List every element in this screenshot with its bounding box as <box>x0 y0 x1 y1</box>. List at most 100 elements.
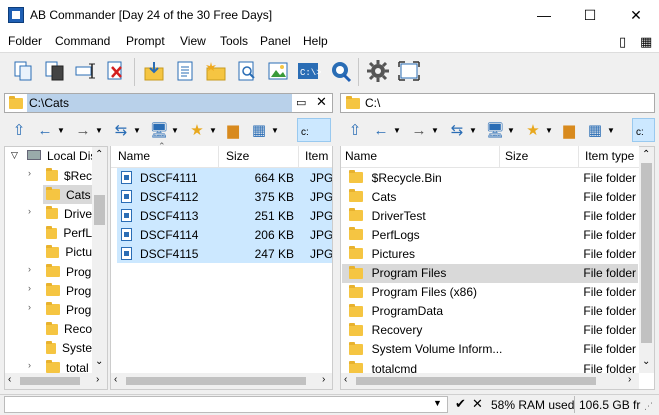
scroll-left-icon[interactable]: ‹ <box>114 374 117 385</box>
chevron-down-icon[interactable]: ▼ <box>606 118 616 142</box>
tree-item[interactable]: Pictu <box>43 243 92 262</box>
menu-panel[interactable]: Panel <box>260 34 291 48</box>
tree-item[interactable]: Cats <box>43 185 92 205</box>
tree-item[interactable]: Drive <box>43 204 92 223</box>
col-name[interactable]: Name <box>118 149 150 163</box>
swap-panels-icon[interactable]: ⇆ <box>110 118 132 142</box>
close-panel-icon[interactable]: ✕ <box>316 94 327 110</box>
expand-chevron-icon[interactable]: › <box>28 283 31 293</box>
single-panel-icon[interactable]: ▯ <box>619 34 626 50</box>
chevron-down-icon[interactable]: ▼ <box>94 118 104 142</box>
col-type[interactable]: Item <box>305 149 328 163</box>
view-mode-icon[interactable]: ▦ <box>584 118 606 142</box>
up-folder-icon[interactable]: ⇧ <box>344 118 366 142</box>
expand-chevron-icon[interactable]: › <box>28 206 31 216</box>
scroll-right-icon[interactable]: › <box>96 374 99 385</box>
col-size[interactable]: Size <box>226 149 249 163</box>
folder-row[interactable]: System Volume Inform... File folder <box>342 340 638 359</box>
fullscreen-icon[interactable] <box>394 56 424 86</box>
expand-chevron-icon[interactable]: › <box>28 264 31 274</box>
dual-panel-icon[interactable]: ▦ <box>640 34 652 50</box>
delete-icon[interactable] <box>101 56 131 86</box>
left-path-text[interactable]: C:\Cats <box>29 96 69 110</box>
left-hscroll-thumb[interactable] <box>126 377 306 385</box>
view-mode-icon[interactable]: ▦ <box>248 118 270 142</box>
chevron-down-icon[interactable]: ▼ <box>468 118 478 142</box>
menu-command[interactable]: Command <box>55 34 110 48</box>
col-divider[interactable] <box>218 146 219 168</box>
folder-row[interactable]: PerfLogs File folder <box>342 225 638 244</box>
scroll-right-icon[interactable]: › <box>322 374 325 385</box>
back-arrow-icon[interactable]: ← <box>370 118 392 142</box>
image-viewer-icon[interactable] <box>263 56 293 86</box>
history-folder-icon[interactable]: ▆ <box>558 118 580 142</box>
folder-row[interactable]: $Recycle.Bin File folder <box>342 168 638 187</box>
tree-item[interactable]: $Rec <box>43 166 92 185</box>
tree-item[interactable]: PerfL <box>43 224 92 243</box>
back-arrow-icon[interactable]: ← <box>34 118 56 142</box>
find-icon[interactable] <box>232 56 262 86</box>
up-folder-icon[interactable]: ⇧ <box>8 118 30 142</box>
col-divider[interactable] <box>298 146 299 168</box>
expand-chevron-icon[interactable]: › <box>28 302 31 312</box>
tree-item[interactable]: Prog <box>43 281 92 300</box>
folder-row[interactable]: Program Files File folder <box>342 263 638 283</box>
tree-scroll-thumb[interactable] <box>94 195 105 225</box>
chevron-down-icon[interactable]: ▼ <box>132 118 142 142</box>
forward-arrow-icon[interactable]: → <box>72 118 94 142</box>
chevron-down-icon[interactable]: ▼ <box>506 118 516 142</box>
drive-button[interactable]: c: <box>297 118 331 142</box>
move-icon[interactable] <box>39 56 69 86</box>
compress-icon[interactable] <box>139 56 169 86</box>
chevron-down-icon[interactable]: ▼ <box>208 118 218 142</box>
favorites-star-icon[interactable]: ★ <box>186 118 208 142</box>
resize-grip-icon[interactable]: ⋰ <box>644 401 653 412</box>
scroll-left-icon[interactable]: ‹ <box>344 374 347 385</box>
chevron-down-icon[interactable]: ▼ <box>56 118 66 142</box>
menu-view[interactable]: View <box>180 34 206 48</box>
settings-icon[interactable] <box>363 56 393 86</box>
favorites-star-icon[interactable]: ★ <box>522 118 544 142</box>
new-folder-icon[interactable] <box>201 56 231 86</box>
col-size[interactable]: Size <box>505 149 528 163</box>
expand-chevron-icon[interactable]: › <box>28 360 31 370</box>
folder-row[interactable]: DriverTest File folder <box>342 206 638 225</box>
computer-icon[interactable]: 🖥 <box>148 118 170 142</box>
chevron-down-icon[interactable]: ▼ <box>544 118 554 142</box>
tree-scrollbar[interactable] <box>92 147 107 373</box>
restore-icon[interactable]: ▭ <box>296 96 306 109</box>
right-hscroll-thumb[interactable] <box>356 377 596 385</box>
right-path-bar[interactable] <box>340 93 655 113</box>
history-folder-icon[interactable]: ▆ <box>222 118 244 142</box>
close-button[interactable]: ✕ <box>613 0 659 30</box>
file-row[interactable]: DSCF4115 247 KB JPG F <box>117 244 332 263</box>
tree-root-label[interactable]: Local Dis <box>47 149 96 163</box>
scroll-up-icon[interactable]: ⌃ <box>95 149 103 160</box>
file-row[interactable]: DSCF4112 375 KB JPG F <box>117 187 332 206</box>
menu-folder[interactable]: Folder <box>8 34 42 48</box>
command-line-input[interactable] <box>4 396 448 413</box>
tree-item[interactable]: Prog <box>43 262 92 281</box>
file-row[interactable]: DSCF4114 206 KB JPG F <box>117 225 332 244</box>
copy-icon[interactable] <box>8 56 38 86</box>
file-row[interactable]: DSCF4111 664 KB JPG F <box>117 168 332 187</box>
scroll-left-icon[interactable]: ‹ <box>8 374 11 385</box>
menu-prompt[interactable]: Prompt <box>126 34 165 48</box>
command-prompt-icon[interactable]: C:\> <box>294 56 324 86</box>
forward-arrow-icon[interactable]: → <box>408 118 430 142</box>
col-type[interactable]: Item type <box>585 149 634 163</box>
menu-tools[interactable]: Tools <box>220 34 248 48</box>
col-divider[interactable] <box>578 146 579 168</box>
menu-help[interactable]: Help <box>303 34 328 48</box>
minimize-button[interactable]: — <box>521 0 567 30</box>
scroll-right-icon[interactable]: › <box>628 374 631 385</box>
rename-icon[interactable] <box>70 56 100 86</box>
folder-row[interactable]: Pictures File folder <box>342 244 638 263</box>
folder-row[interactable]: Recovery File folder <box>342 321 638 340</box>
tree-item[interactable]: Syste <box>43 339 92 358</box>
chevron-down-icon[interactable]: ▼ <box>430 118 440 142</box>
col-divider[interactable] <box>499 146 500 168</box>
scroll-down-icon[interactable]: ⌄ <box>642 356 650 367</box>
col-name[interactable]: Name <box>345 149 377 163</box>
chevron-down-icon[interactable]: ▼ <box>270 118 280 142</box>
